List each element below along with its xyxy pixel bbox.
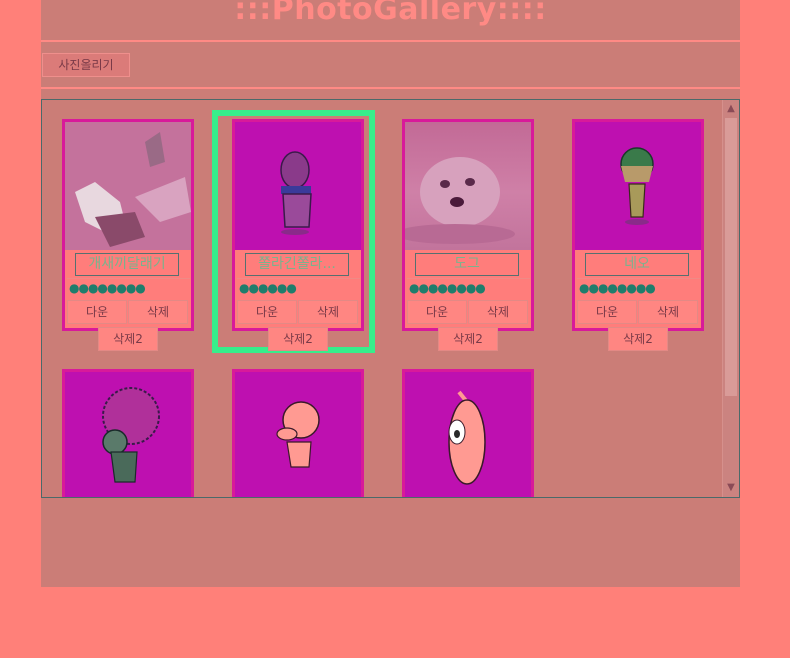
rating-stars[interactable]: ●●●●●● <box>237 278 360 298</box>
download-button[interactable]: 다운 <box>237 300 297 324</box>
photo-thumbnail[interactable] <box>65 372 191 497</box>
app-panel: :::PhotoGallery:::: 사진올리기 개새끼달래기 ●●●●●●●… <box>41 0 740 587</box>
delete2-button[interactable]: 삭제2 <box>268 327 328 351</box>
cartoon-character-icon <box>620 147 654 225</box>
vertical-scrollbar[interactable]: ▲ ▼ <box>722 100 739 497</box>
photo-card <box>62 369 194 497</box>
photo-title[interactable]: 개새끼달래기 <box>75 253 179 276</box>
photo-thumbnail[interactable] <box>65 122 191 250</box>
photo-thumbnail[interactable] <box>235 372 361 497</box>
photo-thumbnail[interactable] <box>405 372 531 497</box>
photo-title[interactable]: 쫄라긴쫄라... <box>245 253 349 276</box>
rating-stars[interactable]: ●●●●●●●● <box>67 278 190 298</box>
photo-card: 쫄라긴쫄라... ●●●●●● 다운 삭제 <box>232 119 364 331</box>
download-button[interactable]: 다운 <box>67 300 127 324</box>
chevron-up-icon[interactable]: ▲ <box>723 102 739 116</box>
chevron-down-icon[interactable]: ▼ <box>723 481 739 495</box>
delete-button[interactable]: 삭제 <box>298 300 358 324</box>
photo-card: 개새끼달래기 ●●●●●●●● 다운 삭제 <box>62 119 194 331</box>
rating-stars[interactable]: ●●●●●●●● <box>577 278 700 298</box>
download-button[interactable]: 다운 <box>407 300 467 324</box>
photo-card <box>402 369 534 497</box>
download-button[interactable]: 다운 <box>577 300 637 324</box>
delete-button[interactable]: 삭제 <box>638 300 698 324</box>
page-title: :::PhotoGallery:::: <box>234 0 547 27</box>
rating-stars[interactable]: ●●●●●●●● <box>407 278 530 298</box>
photo-title[interactable]: 네오 <box>585 253 689 276</box>
photo-thumbnail[interactable] <box>405 122 531 250</box>
cartoon-round-character-icon <box>276 401 320 468</box>
photo-thumbnail[interactable] <box>575 122 701 250</box>
cartoon-character-icon <box>280 151 312 235</box>
upload-photo-button[interactable]: 사진올리기 <box>42 53 130 77</box>
delete2-button[interactable]: 삭제2 <box>98 327 158 351</box>
photo-thumbnail[interactable] <box>235 122 361 250</box>
photo-gallery[interactable]: 개새끼달래기 ●●●●●●●● 다운 삭제 삭제2 쫄라긴쫄라... ●●●●●… <box>41 99 740 498</box>
delete2-button[interactable]: 삭제2 <box>438 327 498 351</box>
photo-card: 네오 ●●●●●●●● 다운 삭제 <box>572 119 704 331</box>
photo-card: 도그 ●●●●●●●● 다운 삭제 <box>402 119 534 331</box>
delete-button[interactable]: 삭제 <box>468 300 528 324</box>
photo-title[interactable]: 도그 <box>415 253 519 276</box>
puppy-photo-icon <box>405 157 515 244</box>
cartoon-peach-character-icon <box>448 390 486 485</box>
dog-cat-photo-icon <box>65 122 191 250</box>
delete-button[interactable]: 삭제 <box>128 300 188 324</box>
divider <box>41 87 740 89</box>
cartoon-afro-character-icon <box>102 387 160 483</box>
scrollbar-thumb[interactable] <box>725 118 737 396</box>
photo-card <box>232 369 364 497</box>
delete2-button[interactable]: 삭제2 <box>608 327 668 351</box>
divider <box>41 40 740 42</box>
